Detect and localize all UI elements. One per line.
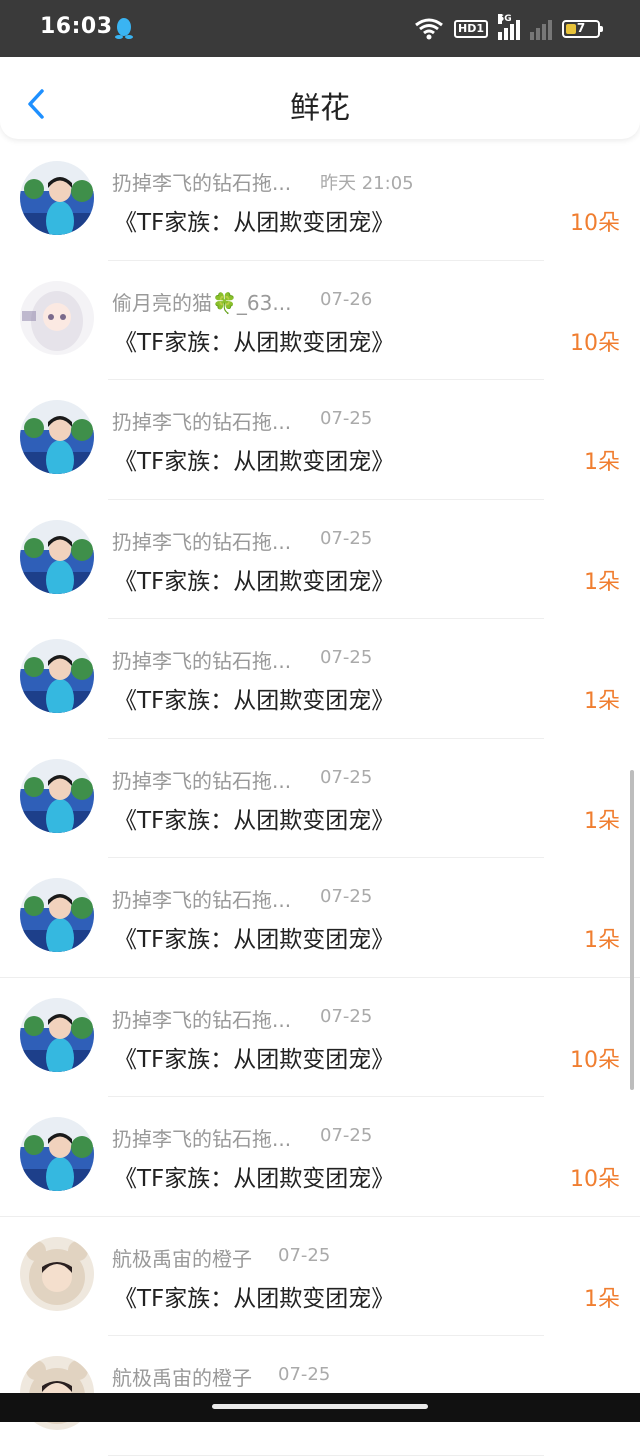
user-name[interactable]: 扔掉李飞的钻石拖... (112, 765, 291, 794)
timestamp: 07-25 (278, 1364, 331, 1385)
flower-count: 10朵 (570, 1047, 620, 1073)
battery-level: 7 (576, 21, 586, 35)
timestamp: 07-25 (320, 1005, 373, 1027)
hd-voice-icon: HD1 (454, 20, 488, 38)
flower-count: 1朵 (584, 450, 620, 475)
book-title: 《TF家族：从团欺变团宠》 (114, 1285, 395, 1312)
header: 鲜花 (0, 57, 640, 139)
list-item[interactable]: 偷月亮的猫🍀_63... 07-26 《TF家族：从团欺变团宠》 10朵 (0, 261, 640, 380)
list-item[interactable]: 扔掉李飞的钻石拖... 07-25 《TF家族：从团欺变团宠》 1朵 (0, 739, 640, 858)
flower-count: 10朵 (570, 1167, 620, 1192)
flower-count: 1朵 (584, 1286, 620, 1312)
book-title: 《TF家族：从团欺变团宠》 (114, 449, 395, 475)
row-divider (108, 1454, 544, 1456)
list-item[interactable]: 航极禹宙的橙子 07-25 《TF家族：从团欺变团宠》 1朵 (0, 1217, 640, 1336)
qq-penguin-icon (115, 18, 133, 39)
book-title: 《TF家族：从团欺变团宠》 (114, 927, 395, 953)
user-name[interactable]: 偷月亮的猫🍀_63... (112, 287, 291, 316)
timestamp: 07-25 (320, 408, 373, 429)
list-item[interactable]: 扔掉李飞的钻石拖... 07-25 《TF家族：从团欺变团宠》 10朵 (0, 1097, 640, 1217)
user-name[interactable]: 航极禹宙的橙子 (112, 1362, 252, 1391)
user-name[interactable]: 扔掉李飞的钻石拖... (112, 526, 291, 555)
list-item[interactable]: 扔掉李飞的钻石拖... 昨天 21:05 《TF家族：从团欺变团宠》 10朵 (0, 141, 640, 261)
signal-5g-icon: 5G (498, 14, 520, 40)
timestamp: 07-25 (320, 766, 373, 788)
wifi-icon (415, 18, 443, 40)
avatar[interactable] (20, 519, 94, 594)
book-title: 《TF家族：从团欺变团宠》 (114, 1046, 395, 1073)
user-name[interactable]: 扔掉李飞的钻石拖... (112, 884, 291, 913)
page-title: 鲜花 (290, 91, 350, 126)
list-item[interactable]: 扔掉李飞的钻石拖... 07-25 《TF家族：从团欺变团宠》 1朵 (0, 858, 640, 978)
avatar[interactable] (20, 997, 94, 1072)
status-bar: 16:03 HD1 5G 7 (0, 0, 640, 57)
avatar[interactable] (20, 878, 94, 952)
book-title: 《TF家族：从团欺变团宠》 (114, 807, 395, 834)
flower-count: 1朵 (584, 808, 620, 834)
list-item[interactable]: 扔掉李飞的钻石拖... 07-25 《TF家族：从团欺变团宠》 1朵 (0, 619, 640, 739)
flower-count: 10朵 (570, 211, 620, 236)
avatar[interactable] (20, 400, 94, 474)
flower-count: 1朵 (584, 569, 620, 595)
timestamp: 昨天 21:05 (320, 173, 414, 194)
timestamp: 07-25 (320, 527, 373, 549)
user-name[interactable]: 扔掉李飞的钻石拖... (112, 406, 291, 435)
list-item[interactable]: 扔掉李飞的钻石拖... 07-25 《TF家族：从团欺变团宠》 1朵 (0, 500, 640, 619)
timestamp: 07-25 (278, 1244, 331, 1266)
flower-list: 扔掉李飞的钻石拖... 昨天 21:05 《TF家族：从团欺变团宠》 10朵 偷… (0, 141, 640, 1456)
book-title: 《TF家族：从团欺变团宠》 (114, 568, 395, 595)
avatar[interactable] (20, 1236, 94, 1311)
flower-count: 1朵 (584, 689, 620, 714)
book-title: 《TF家族：从团欺变团宠》 (114, 688, 395, 714)
signal-sim2-icon (530, 18, 552, 40)
avatar[interactable] (20, 280, 94, 355)
timestamp: 07-26 (320, 288, 373, 310)
book-title: 《TF家族：从团欺变团宠》 (114, 329, 395, 356)
flower-count: 1朵 (584, 928, 620, 953)
avatar[interactable] (20, 758, 94, 833)
user-name[interactable]: 扔掉李飞的钻石拖... (112, 1004, 291, 1033)
book-title: 《TF家族：从团欺变团宠》 (114, 1166, 395, 1192)
timestamp: 07-25 (320, 647, 373, 668)
status-icons: HD1 5G 7 (414, 14, 603, 44)
home-indicator[interactable] (212, 1404, 428, 1409)
avatar[interactable] (20, 639, 94, 713)
timestamp: 07-25 (320, 1125, 373, 1146)
signal-label: 5G (498, 14, 512, 24)
user-name[interactable]: 扔掉李飞的钻石拖... (112, 167, 291, 196)
book-title: 《TF家族：从团欺变团宠》 (114, 210, 395, 236)
avatar[interactable] (20, 1117, 94, 1191)
avatar[interactable] (20, 161, 94, 235)
scrollbar[interactable] (630, 770, 634, 1090)
list-item[interactable]: 扔掉李飞的钻石拖... 07-25 《TF家族：从团欺变团宠》 1朵 (0, 380, 640, 500)
navigation-bar (0, 1393, 640, 1422)
list-item[interactable]: 扔掉李飞的钻石拖... 07-25 《TF家族：从团欺变团宠》 10朵 (0, 978, 640, 1097)
flower-count: 10朵 (570, 330, 620, 356)
user-name[interactable]: 扔掉李飞的钻石拖... (112, 1123, 291, 1152)
user-name[interactable]: 扔掉李飞的钻石拖... (112, 645, 291, 674)
status-time: 16:03 (40, 14, 113, 39)
timestamp: 07-25 (320, 886, 373, 907)
user-name[interactable]: 航极禹宙的橙子 (112, 1243, 252, 1272)
battery-icon: 7 (562, 20, 603, 38)
